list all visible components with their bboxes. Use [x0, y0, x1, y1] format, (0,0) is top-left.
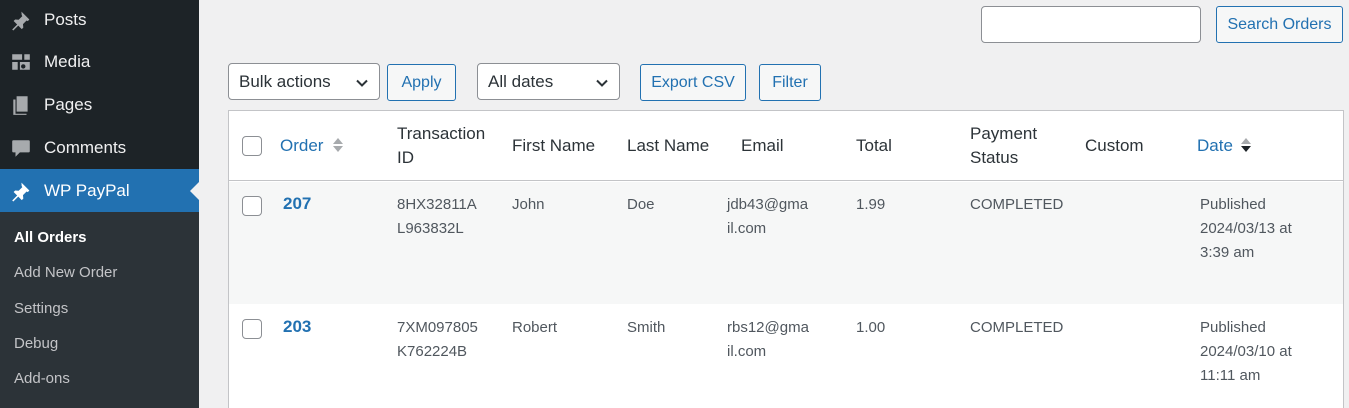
apply-button[interactable]: Apply [387, 64, 456, 101]
date: Published 2024/03/13 at 3:39 am [1200, 193, 1292, 265]
column-label: ID [397, 148, 414, 167]
admin-sidebar: Posts Media Pages Comments WP PayPal All… [0, 0, 199, 408]
cell-line: 7XM097805 [397, 319, 478, 336]
filter-button[interactable]: Filter [759, 64, 821, 101]
submenu-item-all-orders[interactable]: All Orders [14, 229, 87, 246]
sort-icon[interactable] [1240, 136, 1252, 154]
cell-line: 8HX32811A [397, 196, 477, 213]
last-name: Doe [627, 196, 655, 213]
column-label: Payment [970, 124, 1038, 143]
cell-line: 2024/03/13 at [1200, 220, 1292, 237]
cell-line: K762224B [397, 343, 468, 360]
submenu-item-debug[interactable]: Debug [14, 335, 58, 352]
total: 1.00 [856, 319, 886, 336]
orders-table: Order Transaction ID First Name Last Nam… [228, 110, 1344, 408]
dates-value: All dates [488, 71, 554, 91]
pin-icon [9, 179, 33, 203]
search-orders-button[interactable]: Search Orders [1216, 6, 1343, 43]
pin-icon [9, 8, 33, 32]
cell-line: L963832L [397, 220, 464, 237]
sidebar-item-media[interactable]: Media [0, 40, 199, 83]
comment-icon [9, 136, 33, 160]
pages-icon [9, 93, 33, 117]
transaction-id: 8HX32811A L963832L [397, 193, 477, 241]
chevron-down-icon [595, 75, 609, 89]
cell-line: il.com [727, 220, 767, 237]
submenu-item-add-ons[interactable]: Add-ons [14, 370, 70, 387]
column-first-name[interactable]: First Name [512, 134, 595, 158]
transaction-id: 7XM097805 K762224B [397, 316, 478, 364]
order-link[interactable]: 207 [283, 194, 311, 214]
cell-line: rbs12@gma [727, 319, 809, 336]
sidebar-item-label: Comments [44, 137, 127, 157]
column-label: Status [970, 148, 1019, 167]
column-total[interactable]: Total [856, 134, 892, 158]
sidebar-item-label: Pages [44, 94, 93, 114]
column-transaction-id[interactable]: Transaction ID [397, 122, 485, 170]
column-last-name[interactable]: Last Name [627, 134, 709, 158]
active-indicator [190, 181, 199, 200]
payment-status: COMPLETED [970, 319, 1064, 336]
table-header: Order Transaction ID First Name Last Nam… [229, 111, 1343, 181]
sidebar-item-comments[interactable]: Comments [0, 126, 199, 169]
media-icon [9, 50, 33, 74]
cell-line: Published [1200, 196, 1266, 213]
sidebar-item-posts[interactable]: Posts [0, 0, 199, 40]
submenu-item-add-new-order[interactable]: Add New Order [14, 264, 117, 281]
date: Published 2024/03/10 at 11:11 am [1200, 316, 1292, 388]
table-row: 203 7XM097805 K762224B Robert Smith rbs1… [229, 304, 1343, 408]
submenu-item-settings[interactable]: Settings [14, 300, 68, 317]
sidebar-item-label: Posts [44, 10, 87, 29]
sidebar-item-pages[interactable]: Pages [0, 83, 199, 126]
first-name: John [512, 196, 545, 213]
search-input[interactable] [981, 6, 1201, 43]
sidebar-item-label: WP PayPal [44, 180, 130, 200]
sort-icon[interactable] [332, 136, 344, 154]
email: jdb43@gma il.com [727, 193, 808, 241]
sidebar-item-wp-paypal[interactable]: WP PayPal [0, 169, 199, 212]
sidebar-item-label: Media [44, 51, 91, 71]
first-name: Robert [512, 319, 558, 336]
dates-select[interactable]: All dates [477, 63, 620, 100]
column-payment-status[interactable]: Payment Status [970, 122, 1037, 170]
cell-line: jdb43@gma [727, 196, 809, 213]
column-label: Transaction [397, 124, 486, 143]
cell-line: 2024/03/10 at [1200, 343, 1292, 360]
bulk-actions-select[interactable]: Bulk actions [228, 63, 380, 100]
column-order[interactable]: Order [280, 134, 323, 158]
order-link[interactable]: 203 [283, 317, 311, 337]
select-all-checkbox[interactable] [242, 136, 262, 156]
column-email[interactable]: Email [741, 134, 784, 158]
export-csv-button[interactable]: Export CSV [640, 64, 746, 101]
submenu: All Orders Add New Order Settings Debug … [0, 212, 199, 408]
chevron-down-icon [355, 75, 369, 89]
column-date[interactable]: Date [1197, 134, 1233, 158]
row-checkbox[interactable] [242, 319, 262, 339]
table-row: 207 8HX32811A L963832L John Doe jdb43@gm… [229, 182, 1343, 304]
cell-line: 3:39 am [1200, 244, 1255, 261]
bulk-actions-value: Bulk actions [239, 71, 331, 91]
cell-line: 11:11 am [1200, 367, 1261, 384]
cell-line: il.com [727, 343, 767, 360]
payment-status: COMPLETED [970, 196, 1064, 213]
last-name: Smith [627, 319, 666, 336]
email: rbs12@gma il.com [727, 316, 809, 364]
cell-line: Published [1200, 319, 1266, 336]
total: 1.99 [856, 196, 886, 213]
row-checkbox[interactable] [242, 196, 262, 216]
column-custom[interactable]: Custom [1085, 134, 1144, 158]
